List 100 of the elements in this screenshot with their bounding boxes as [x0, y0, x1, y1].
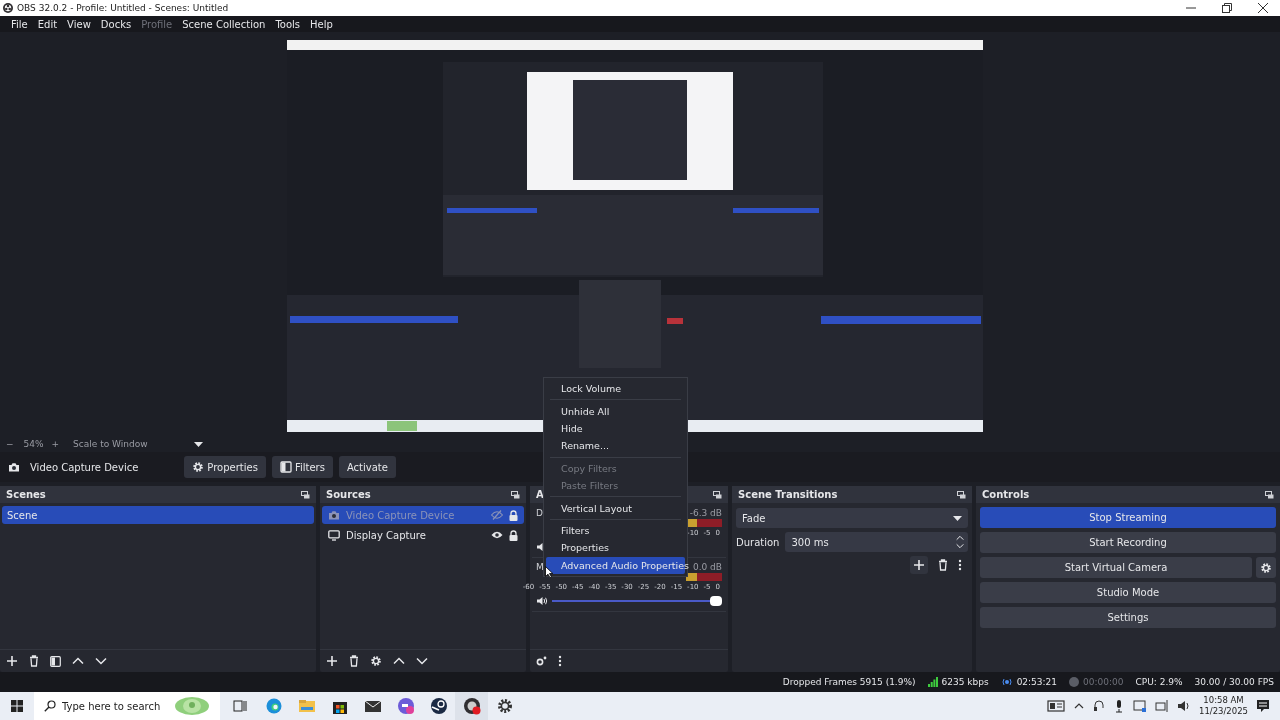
- search-field[interactable]: Type here to search: [34, 692, 220, 720]
- chevron-down-icon[interactable]: [956, 543, 964, 549]
- network-icon[interactable]: [1155, 698, 1169, 714]
- zoom-out-button[interactable]: −: [6, 439, 14, 449]
- caret-icon[interactable]: [193, 441, 203, 447]
- volume-reading: 0.0 dB: [692, 562, 722, 572]
- browser-icon[interactable]: [264, 697, 283, 715]
- menu-item[interactable]: File: [6, 18, 33, 30]
- undock-icon[interactable]: [957, 490, 966, 499]
- control-button[interactable]: Stop Streaming: [980, 507, 1276, 528]
- control-button[interactable]: Settings: [980, 607, 1276, 628]
- news-icon[interactable]: [1047, 698, 1065, 714]
- toolbar-button[interactable]: Properties: [184, 456, 266, 478]
- menu-item[interactable]: Hide: [544, 419, 687, 438]
- slider-thumb[interactable]: [710, 596, 722, 606]
- signal-bars-icon: [927, 677, 938, 687]
- recorder-app-icon[interactable]: [462, 697, 481, 715]
- camera-icon: [8, 462, 20, 472]
- volume-icon[interactable]: [1177, 698, 1191, 714]
- channel-name: D: [536, 508, 543, 518]
- control-button[interactable]: Studio Mode: [980, 582, 1276, 603]
- chevron-down-icon[interactable]: [416, 657, 428, 665]
- headset-icon[interactable]: [1093, 698, 1105, 714]
- menu-item[interactable]: Tools: [270, 18, 306, 30]
- menu-item[interactable]: Help: [305, 18, 338, 30]
- search-icon: [44, 700, 56, 712]
- restore-icon[interactable]: [1222, 3, 1232, 13]
- more-icon[interactable]: [958, 559, 962, 571]
- trash-icon[interactable]: [938, 559, 948, 571]
- chevron-up-icon[interactable]: [72, 657, 84, 665]
- menu-item[interactable]: Scene Collection: [177, 18, 271, 30]
- dock-title: A: [536, 489, 544, 500]
- add-button[interactable]: [910, 556, 928, 574]
- add-icon[interactable]: [6, 655, 18, 667]
- transition-dropdown[interactable]: Fade: [736, 508, 968, 528]
- chevron-up-icon[interactable]: [956, 535, 964, 541]
- menu-item[interactable]: Filters: [544, 521, 687, 540]
- settings-icon[interactable]: [370, 655, 382, 667]
- zoom-in-button[interactable]: +: [51, 439, 60, 449]
- level-meter: [686, 573, 722, 581]
- scene-item[interactable]: Scene: [2, 506, 314, 524]
- game-launcher-icon[interactable]: [429, 697, 448, 715]
- chat-app-icon[interactable]: [396, 697, 415, 715]
- settings-button[interactable]: [1256, 557, 1276, 578]
- display-icon[interactable]: [1133, 698, 1147, 714]
- menu-item[interactable]: Lock Volume: [544, 380, 687, 398]
- duration-label: Duration: [736, 536, 780, 548]
- source-name: Display Capture: [346, 529, 427, 541]
- folder-icon[interactable]: [297, 697, 316, 715]
- toolbar-button[interactable]: Filters: [271, 456, 333, 478]
- clock-time: 10:58 AM: [1203, 695, 1244, 706]
- undock-icon[interactable]: [713, 490, 722, 499]
- undock-icon[interactable]: [1265, 490, 1274, 499]
- scale-mode-label: Scale to Window: [73, 439, 148, 449]
- volume-reading: -6.3 dB: [689, 508, 722, 518]
- menu-item[interactable]: Edit: [32, 18, 63, 30]
- speaker-icon[interactable]: [536, 596, 548, 606]
- notification-icon[interactable]: [1256, 699, 1270, 713]
- add-icon: [913, 559, 925, 571]
- menu-item[interactable]: Unhide All: [544, 402, 687, 420]
- trash-icon[interactable]: [29, 655, 39, 667]
- record-dot-icon: [1069, 677, 1080, 687]
- bitrate: 6235 kbps: [941, 677, 989, 687]
- dropped-frames: Dropped Frames 5915 (1.9%): [782, 677, 916, 687]
- camera-icon: [328, 510, 340, 520]
- source-name: Video Capture Device: [30, 461, 139, 473]
- undock-icon[interactable]: [511, 490, 520, 499]
- monitor-icon: [328, 529, 340, 541]
- settings-icon[interactable]: [495, 697, 514, 715]
- menu-item[interactable]: Vertical Layout: [544, 499, 687, 517]
- lock-icon[interactable]: [509, 529, 518, 541]
- windows-start-icon[interactable]: [11, 700, 23, 712]
- add-icon[interactable]: [326, 655, 338, 667]
- toolbar-button[interactable]: Activate: [338, 456, 396, 478]
- control-button[interactable]: Start Virtual Camera: [980, 557, 1252, 578]
- filter-icon[interactable]: [50, 655, 61, 667]
- microphone-icon[interactable]: [1113, 698, 1125, 714]
- more-icon[interactable]: [558, 655, 562, 667]
- dock-title: Controls: [982, 489, 1030, 500]
- close-icon[interactable]: [1258, 3, 1268, 13]
- chevron-up-icon[interactable]: [393, 657, 405, 665]
- menu-item[interactable]: Properties: [544, 539, 687, 557]
- level-meter: [686, 519, 722, 527]
- menu-item[interactable]: Docks: [95, 18, 137, 30]
- undock-icon[interactable]: [301, 490, 310, 499]
- plant-icon: [172, 695, 212, 717]
- cpu-usage: CPU: 2.9%: [1135, 677, 1183, 687]
- chevron-down-icon[interactable]: [95, 657, 107, 665]
- mixer-settings-icon[interactable]: [536, 656, 547, 666]
- control-button[interactable]: Start Recording: [980, 532, 1276, 553]
- trash-icon[interactable]: [349, 655, 359, 667]
- lock-icon[interactable]: [509, 509, 518, 521]
- eye-icon[interactable]: [491, 531, 503, 539]
- task-view-icon[interactable]: [231, 697, 250, 715]
- dock-title: Scene Transitions: [738, 489, 838, 500]
- source-row[interactable]: Display Capture: [322, 526, 524, 544]
- menu-item[interactable]: Rename...: [544, 437, 687, 455]
- menu-item[interactable]: View: [62, 18, 96, 30]
- duration-field[interactable]: 300 ms: [785, 532, 968, 552]
- caret-icon[interactable]: [953, 515, 962, 521]
